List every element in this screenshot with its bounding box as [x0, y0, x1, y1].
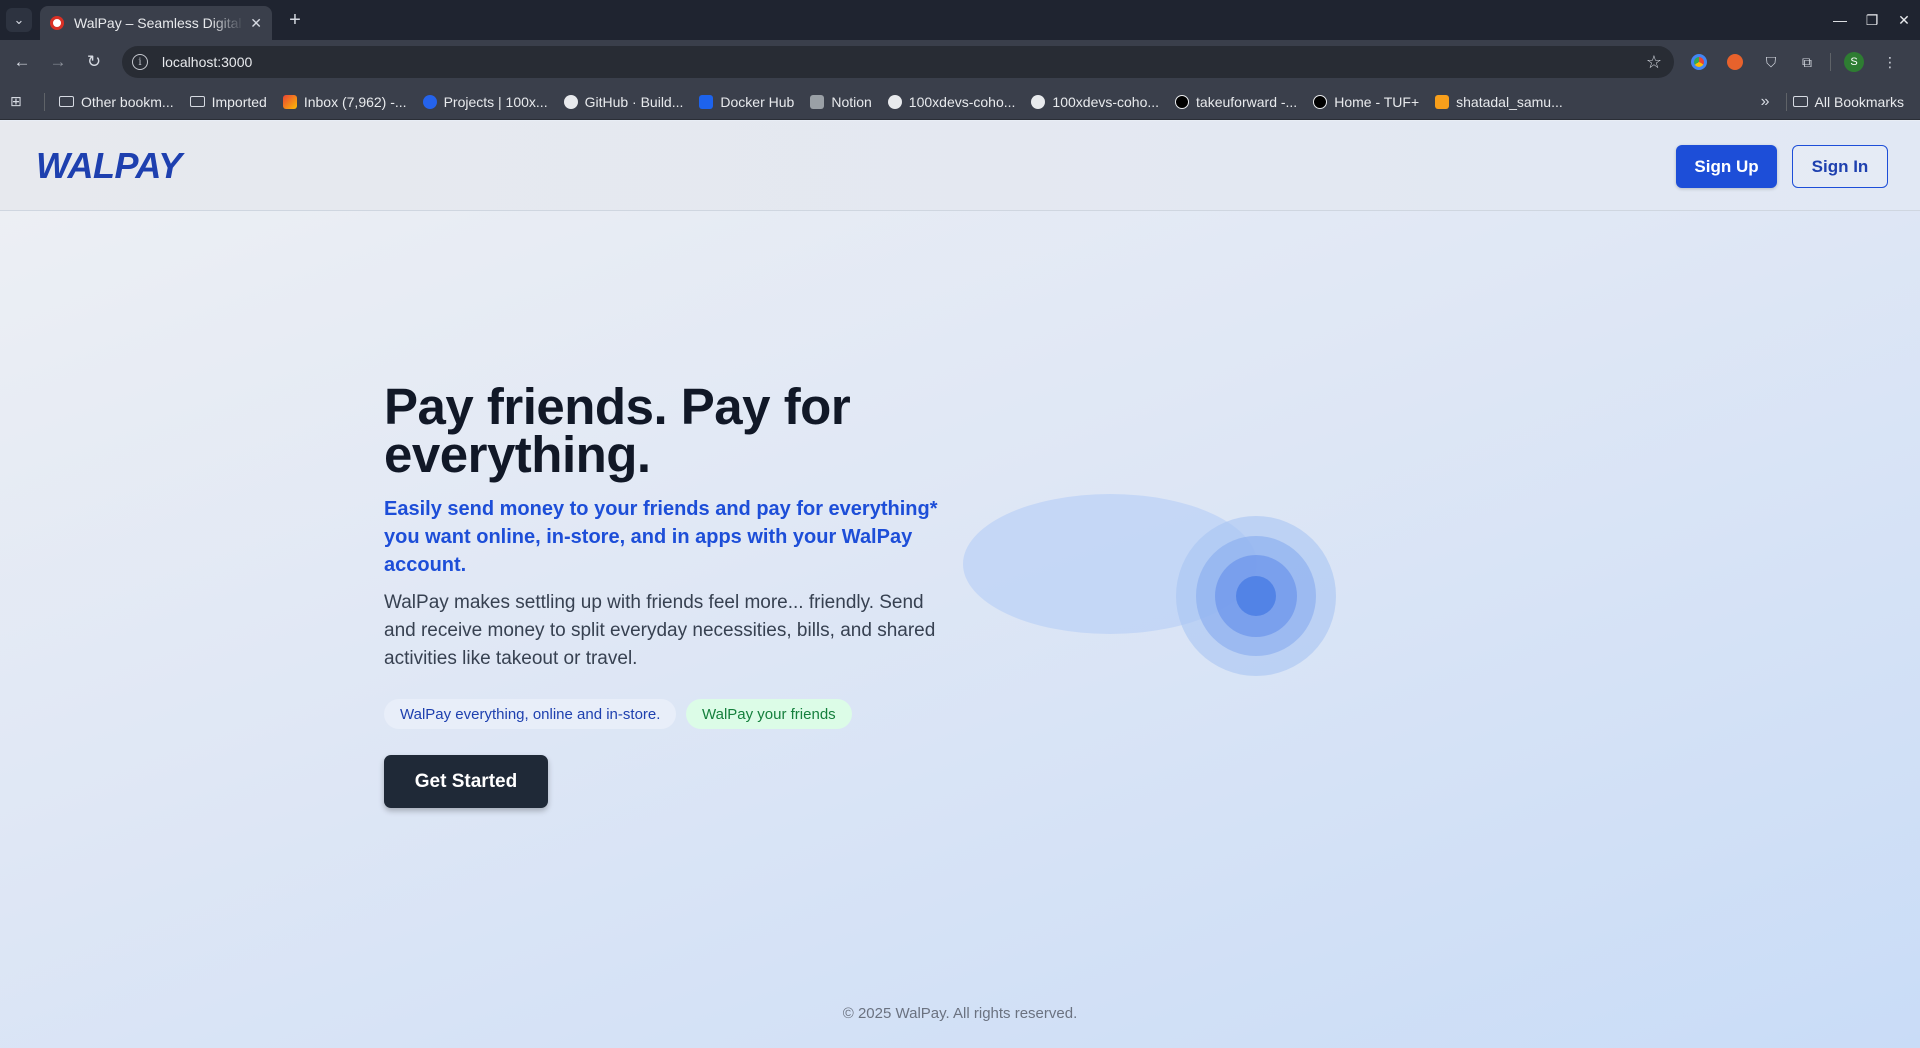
hero-subtitle: Easily send money to your friends and pa…: [384, 498, 938, 576]
github-icon: [563, 94, 578, 109]
tab-title: WalPay – Seamless Digital Payments: [74, 15, 244, 31]
site-navbar: WALPAY Sign Up Sign In: [0, 121, 1920, 211]
tuf-icon: [1175, 94, 1190, 109]
sign-up-button[interactable]: Sign Up: [1676, 145, 1777, 188]
github-icon: [1031, 94, 1046, 109]
menu-dots-icon[interactable]: ⋮: [1877, 49, 1903, 75]
all-bookmarks[interactable]: All Bookmarks: [1792, 93, 1904, 110]
shield-icon[interactable]: ⛉: [1758, 49, 1784, 75]
illustration-core: [1236, 576, 1276, 616]
apps-grid-icon[interactable]: ⊞: [10, 93, 30, 110]
folder-icon: [59, 96, 74, 107]
bookmark-item[interactable]: 100xdevs-coho...: [1023, 88, 1167, 116]
bookmarks-bar: ⊞ Other bookm... Imported Inbox (7,962) …: [0, 84, 1920, 120]
bookmark-item[interactable]: Notion: [802, 88, 879, 116]
plus-icon[interactable]: +: [282, 8, 308, 32]
fox-extension-icon[interactable]: [1722, 49, 1748, 75]
bookmark-item[interactable]: takeuforward -...: [1167, 88, 1305, 116]
folder-icon: [1792, 96, 1808, 107]
tuf-icon: [1313, 94, 1328, 109]
bookmark-label: shatadal_samu...: [1456, 93, 1563, 110]
notion-icon: [810, 94, 825, 109]
bookmark-label: Projects | 100x...: [443, 93, 548, 110]
bookmark-item[interactable]: Home - TUF+: [1305, 88, 1427, 116]
gmail-icon: [282, 94, 297, 109]
restore-icon[interactable]: ❐: [1856, 0, 1888, 40]
bookmark-label: takeuforward -...: [1196, 93, 1298, 110]
puzzle-icon[interactable]: ⧉: [1794, 49, 1820, 75]
extensions-area: ⛉ ⧉ S ⋮: [1686, 48, 1903, 76]
bookmark-item[interactable]: shatadal_samu...: [1427, 88, 1571, 116]
minimize-icon[interactable]: —: [1824, 0, 1856, 40]
bookmark-item[interactable]: Imported: [182, 88, 275, 116]
folder-icon: [189, 96, 205, 107]
chrome-extension-icon[interactable]: [1686, 49, 1712, 75]
docker-icon: [699, 94, 714, 109]
bookmark-item[interactable]: Docker Hub: [691, 88, 802, 116]
bookmark-label: Notion: [831, 93, 872, 110]
bookmark-label: Docker Hub: [720, 93, 795, 110]
feature-pill-everything: WalPay everything, online and in-store.: [384, 699, 677, 729]
chevron-double-right-icon[interactable]: »: [1761, 93, 1770, 111]
bookmark-label: GitHub · Build...: [584, 93, 684, 110]
bookmark-item[interactable]: Inbox (7,962) -...: [275, 88, 415, 116]
star-icon[interactable]: ☆: [1646, 52, 1662, 73]
toolbar-divider: [1830, 53, 1831, 71]
chevron-down-icon[interactable]: ⌄: [6, 8, 32, 32]
close-icon[interactable]: ✕: [250, 15, 262, 32]
github-icon: [887, 94, 902, 109]
tab-favicon-icon: [50, 16, 64, 30]
leetcode-icon: [1435, 94, 1450, 109]
get-started-button[interactable]: Get Started: [384, 755, 548, 808]
bookmark-label: Other bookm...: [81, 93, 174, 110]
close-window-icon[interactable]: ✕: [1888, 0, 1920, 40]
logo[interactable]: WALPAY: [36, 145, 182, 187]
browser-toolbar: ← → ↻ i localhost:3000 ☆ ⛉ ⧉ S ⋮: [0, 40, 1920, 84]
arrow-left-icon[interactable]: ←: [8, 49, 36, 75]
footer-copyright: © 2025 WalPay. All rights reserved.: [842, 1005, 1078, 1022]
sign-in-button[interactable]: Sign In: [1792, 145, 1888, 188]
address-url[interactable]: localhost:3000: [162, 54, 1646, 70]
browser-tab-active[interactable]: WalPay – Seamless Digital Payments ✕: [40, 6, 272, 40]
browser-tab-bar: ⌄ WalPay – Seamless Digital Payments ✕ +…: [0, 0, 1920, 40]
bookmark-item[interactable]: 100xdevs-coho...: [880, 88, 1024, 116]
arrow-right-icon[interactable]: →: [44, 49, 72, 75]
bookmark-item[interactable]: Projects | 100x...: [415, 88, 556, 116]
hero-description: WalPay makes settling up with friends fe…: [384, 592, 936, 669]
bookmark-item[interactable]: GitHub · Build...: [556, 88, 692, 116]
reload-icon[interactable]: ↻: [80, 49, 108, 75]
window-controls: — ❐ ✕: [1824, 0, 1920, 40]
bookmark-item[interactable]: Other bookm...: [51, 88, 182, 116]
hero-title: Pay friends. Pay for everything.: [384, 378, 851, 483]
bookmarks-divider: [1785, 92, 1787, 111]
avatar: S: [1844, 52, 1864, 72]
bookmarks-divider: [44, 92, 45, 111]
bookmark-label: Imported: [211, 93, 267, 110]
bookmark-label: Inbox (7,962) -...: [303, 93, 407, 110]
bookmark-label: 100xdevs-coho...: [1052, 93, 1160, 110]
feature-pill-friends: WalPay your friends: [686, 699, 852, 729]
projects-icon: [422, 94, 437, 109]
site-info-icon[interactable]: i: [132, 54, 148, 70]
address-bar[interactable]: i localhost:3000 ☆: [122, 46, 1674, 78]
bookmark-label: Home - TUF+: [1334, 93, 1420, 110]
all-bookmarks-label: All Bookmarks: [1814, 93, 1904, 110]
profile-avatar[interactable]: S: [1841, 49, 1867, 75]
hero-illustration: [963, 494, 1336, 676]
bookmark-label: 100xdevs-coho...: [908, 93, 1016, 110]
page-viewport: WALPAY Sign Up Sign In Pay friends. Pay …: [0, 121, 1920, 1048]
